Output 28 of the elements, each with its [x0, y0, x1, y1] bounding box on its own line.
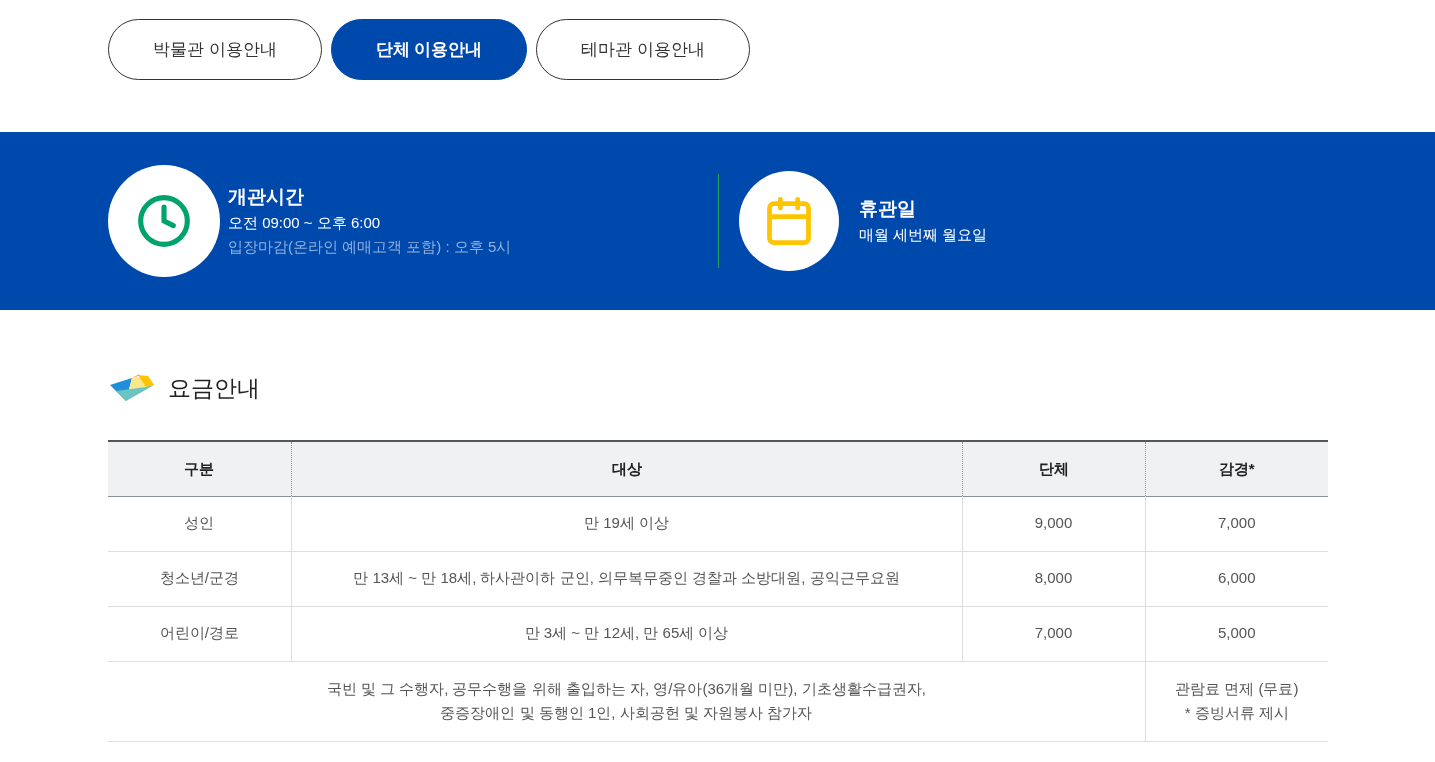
table-cell: 9,000 [962, 496, 1145, 551]
closed-text: 매월 세번째 월요일 [859, 225, 988, 245]
table-cell: 8,000 [962, 551, 1145, 606]
hours-time: 오전 09:00 ~ 오후 6:00 [228, 213, 382, 233]
table-cell: 어린이/경로 [108, 606, 291, 661]
table-cell: 만 3세 ~ 만 12세, 만 65세 이상 [291, 606, 962, 661]
column-header: 대상 [291, 441, 962, 496]
table-cell: 성인 [108, 496, 291, 551]
column-header: 감경* [1145, 441, 1328, 496]
section-title: 요금안내 [168, 373, 260, 403]
table-cell: 5,000 [1145, 606, 1328, 661]
hours-note: 입장마감(온라인 예매고객 포함) : 오후 5시 [228, 237, 512, 257]
table-cell: 관람료 면제 (무료) * 증빙서류 제시 [1145, 661, 1328, 741]
logo-icon [108, 373, 154, 403]
table-cell: 청소년/군경 [108, 551, 291, 606]
table-cell: 만 13세 ~ 만 18세, 하사관이하 군인, 의무복무중인 경찰과 소방대원, 공익근무요원 [291, 551, 962, 606]
column-header: 구분 [108, 441, 291, 496]
tab[interactable]: 테마관 이용안내 [536, 19, 751, 80]
tab[interactable]: 단체 이용안내 [330, 19, 528, 80]
tab[interactable]: 박물관 이용안내 [108, 19, 322, 80]
hours-title: 개관시간 [228, 185, 305, 209]
table-cell: 국빈 및 그 수행자, 공무수행을 위해 출입하는 자, 영/유아(36개월 미만), 기초생활수급권자, 중증장애인 및 동행인 1인, 사회공헌 및 자원봉사 참가자 [108, 661, 1145, 741]
column-header: 단체 [962, 441, 1145, 496]
table-cell: 7,000 [1145, 496, 1328, 551]
table-cell: 만 19세 이상 [291, 496, 962, 551]
closed-title: 휴관일 [859, 197, 917, 221]
table-cell: 7,000 [962, 606, 1145, 661]
table-cell: 6,000 [1145, 551, 1328, 606]
